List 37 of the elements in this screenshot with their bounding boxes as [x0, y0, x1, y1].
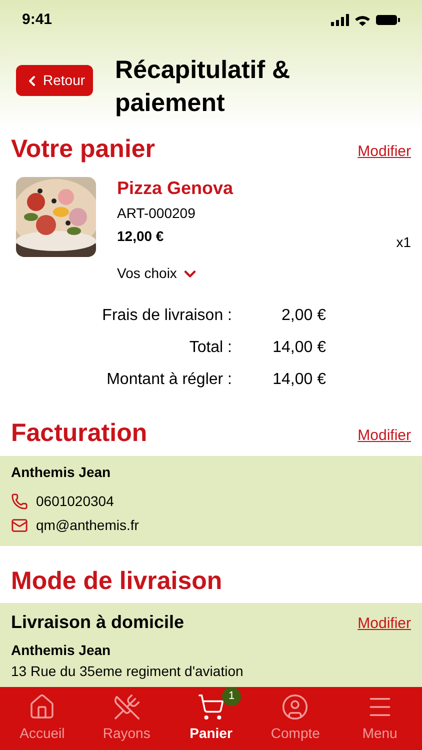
modify-link[interactable]: Modifier [358, 140, 411, 164]
mail-icon [11, 516, 28, 534]
section-heading: Mode de livraison [11, 566, 222, 596]
back-button[interactable]: Retour [16, 65, 94, 96]
product-reference: ART-000209 [117, 204, 196, 224]
utensils-icon [112, 693, 141, 721]
delivery-address: 13 Rue du 35eme regiment d'aviation [11, 662, 244, 681]
product-quantity: x1 [396, 233, 411, 252]
total-value: 14,00 € [272, 338, 326, 358]
user-icon [281, 693, 310, 721]
section-heading: Votre panier [11, 134, 156, 165]
delivery-name: Anthemis Jean [11, 640, 112, 660]
billing-email: qm@anthemis.fr [36, 516, 139, 535]
tab[interactable]: 1 Panier [168, 687, 254, 750]
product-price: 12,00 € [117, 227, 164, 246]
signal-icon [331, 14, 349, 26]
options-toggle[interactable]: Vos choix [117, 263, 199, 284]
delivery-method: Livraison à domicile [11, 610, 184, 634]
billing-phone: 0601020304 [36, 492, 114, 510]
total-value: 14,00 € [272, 370, 326, 390]
phone-icon [11, 492, 28, 510]
total-label: Frais de livraison : [101, 306, 233, 326]
billing-name: Anthemis Jean [11, 462, 112, 482]
modify-link[interactable]: Modifier [358, 613, 411, 636]
total-label: Montant à régler : [106, 370, 233, 390]
battery-icon [376, 15, 400, 25]
total-label: Total : [188, 338, 233, 358]
section-heading: Facturation [11, 418, 148, 450]
total-value: 2,00 € [280, 306, 326, 326]
cart-badge: 1 [222, 687, 242, 706]
product-name: Pizza Genova [117, 177, 234, 200]
cart-icon [197, 693, 226, 721]
modify-link[interactable]: Modifier [358, 425, 411, 448]
home-icon [28, 693, 56, 721]
status-time: 9:41 [22, 10, 52, 30]
page-title: Récapitulatif & paiement [115, 55, 292, 119]
wifi-icon [355, 14, 370, 26]
